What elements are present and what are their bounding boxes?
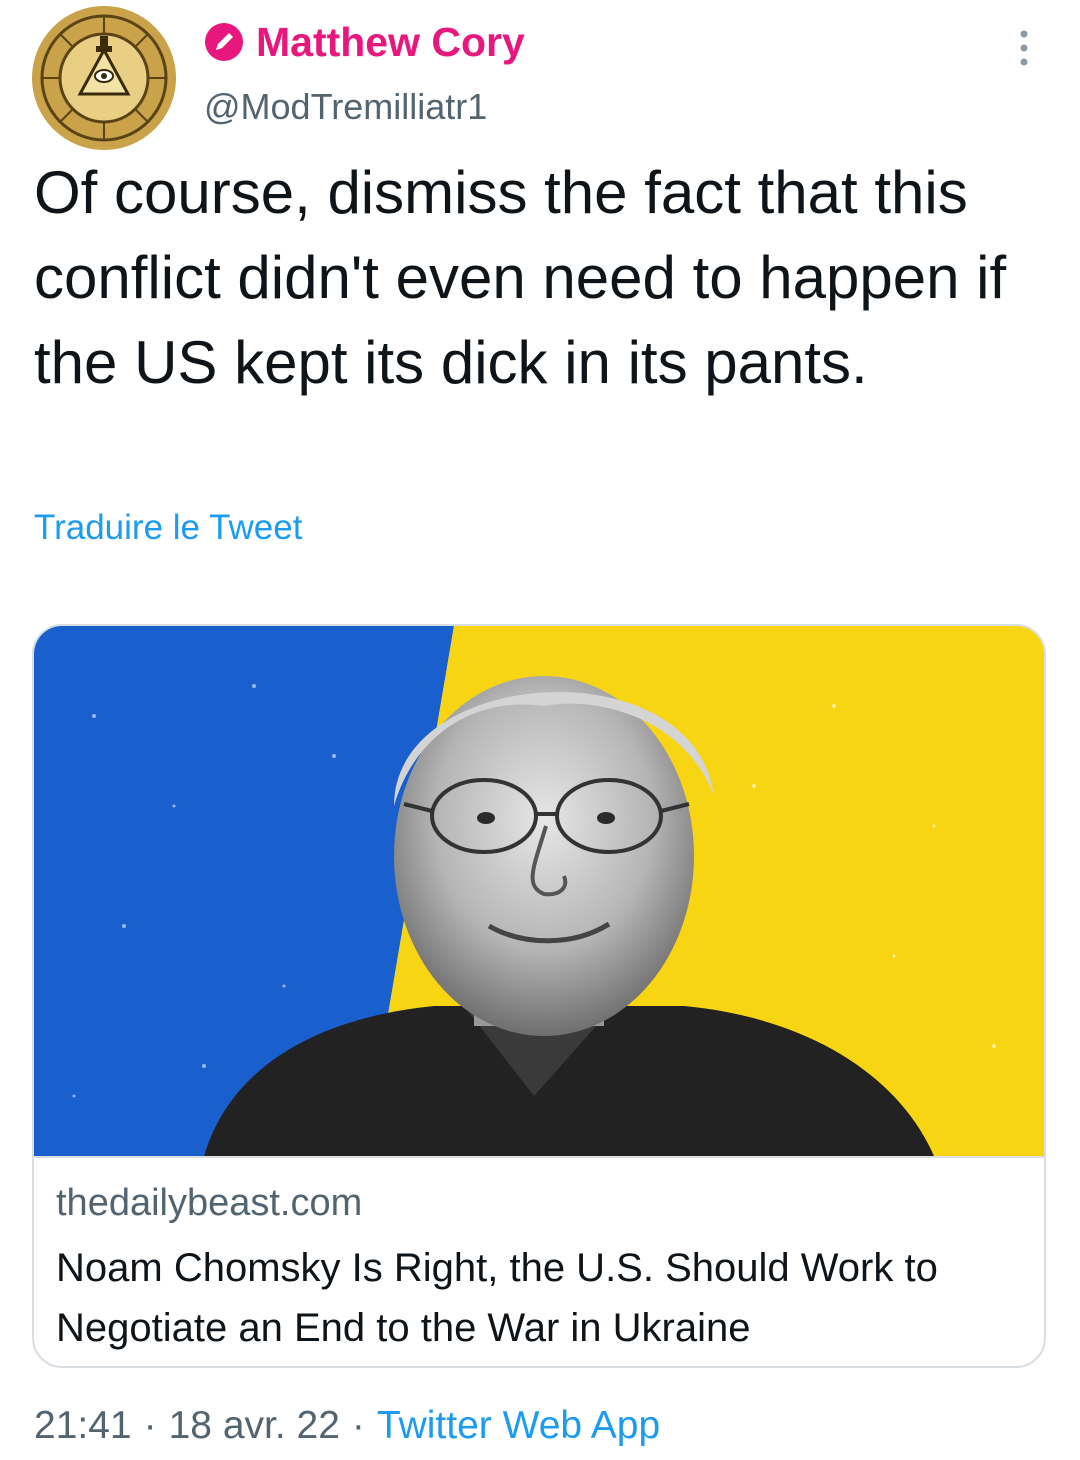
tweet-meta-row: 21:41 · 18 avr. 22 · Twitter Web App bbox=[34, 1404, 660, 1448]
more-vertical-icon[interactable] bbox=[1006, 26, 1042, 70]
tweet-text: Of course, dismiss the fact that this co… bbox=[34, 159, 1007, 396]
illuminati-wheel-avatar-icon bbox=[32, 6, 176, 150]
author-avatar[interactable] bbox=[32, 6, 176, 150]
card-image bbox=[34, 626, 1044, 1156]
card-title: Noam Chomsky Is Right, the U.S. Should W… bbox=[56, 1246, 938, 1350]
author-display-name[interactable]: Matthew Cory bbox=[256, 19, 525, 66]
portrait-image bbox=[34, 626, 1044, 1156]
author-handle[interactable]: @ModTremilliatr1 bbox=[204, 86, 487, 128]
author-name-row[interactable]: Matthew Cory bbox=[204, 18, 525, 66]
meta-separator: · bbox=[351, 1404, 365, 1447]
card-domain: thedailybeast.com bbox=[56, 1182, 363, 1224]
tweet-date[interactable]: 18 avr. 22 bbox=[169, 1404, 340, 1447]
tweet-time[interactable]: 21:41 bbox=[34, 1404, 132, 1447]
tweet-source-link[interactable]: Twitter Web App bbox=[377, 1404, 660, 1447]
translate-tweet-link[interactable]: Traduire le Tweet bbox=[34, 508, 302, 548]
meta-separator: · bbox=[143, 1404, 157, 1447]
link-preview-card[interactable]: thedailybeast.com Noam Chomsky Is Right,… bbox=[32, 624, 1046, 1368]
pencil-badge-icon bbox=[205, 23, 243, 61]
card-divider bbox=[34, 1156, 1044, 1158]
